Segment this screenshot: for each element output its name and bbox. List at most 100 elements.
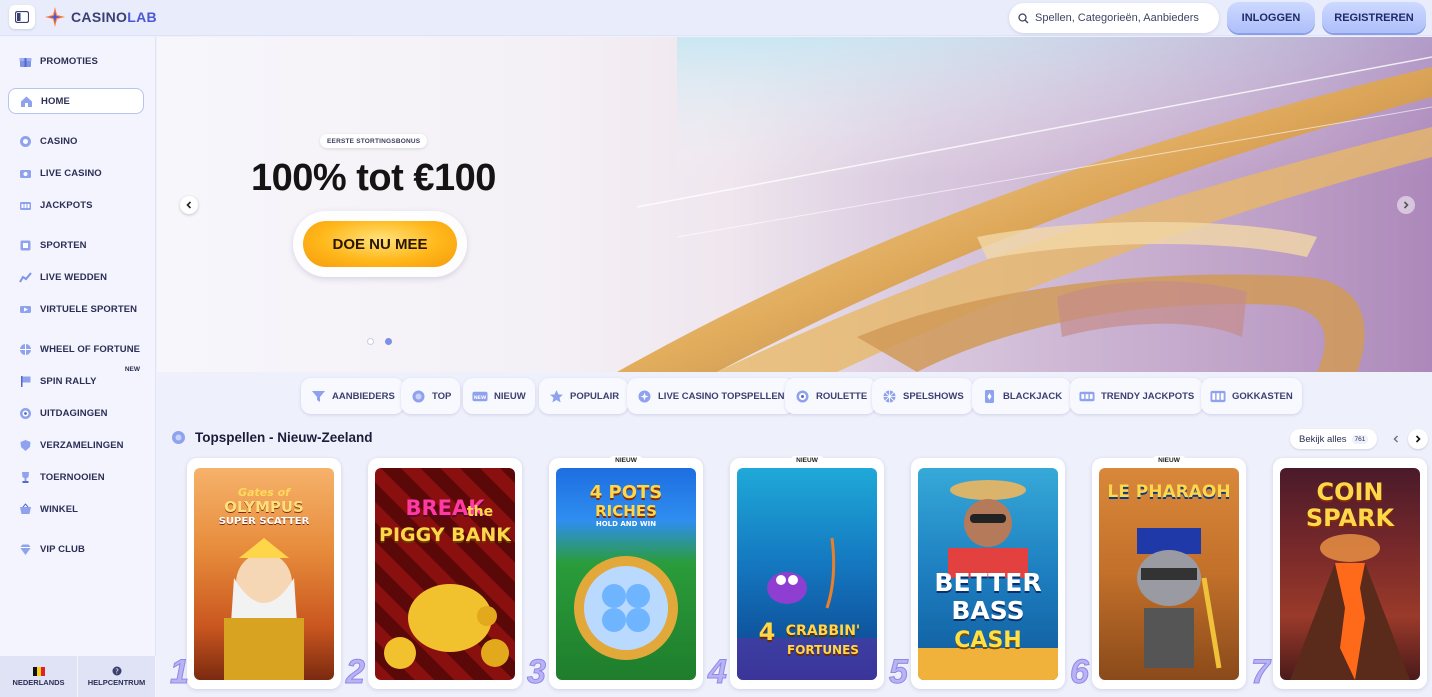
new-icon: NEW xyxy=(472,388,488,404)
register-button[interactable]: REGISTREREN xyxy=(1322,2,1426,33)
game-card-break-the-piggy-bank[interactable]: BREAK the PIGGY BANK xyxy=(368,458,522,689)
game-title-line: COIN xyxy=(1316,478,1384,506)
virtual-icon xyxy=(18,302,32,316)
category-spelshows[interactable]: SPELSHOWS xyxy=(872,378,973,414)
game-card-4-pots-riches[interactable]: NIEUW 4 POTS RICHES HOLD AND WIN xyxy=(549,456,703,689)
game-card-gates-of-olympus[interactable]: Gates of OLYMPUS SUPER SCATTER xyxy=(187,458,341,689)
login-button[interactable]: INLOGGEN xyxy=(1227,2,1315,33)
svg-text:NEW: NEW xyxy=(474,394,487,400)
hero-prev-arrow-icon[interactable] xyxy=(180,196,198,214)
games-next-arrow-icon[interactable] xyxy=(1408,429,1428,449)
join-now-button[interactable]: DOE NU MEE xyxy=(303,221,457,267)
section-title: Topspellen - Nieuw-Zeeland xyxy=(195,430,373,445)
game-thumbnail: 4 POTS RICHES HOLD AND WIN xyxy=(556,468,696,680)
game-title-line: HOLD AND WIN xyxy=(595,520,657,528)
top-icon xyxy=(410,388,426,404)
carousel-dot-1[interactable] xyxy=(367,338,374,345)
providers-icon xyxy=(310,388,326,404)
game-title-line: BETTER xyxy=(934,568,1042,597)
games-prev-arrow-icon[interactable] xyxy=(1386,429,1406,449)
category-populair[interactable]: POPULAIR xyxy=(539,378,629,414)
language-selector[interactable]: NEDERLANDS xyxy=(0,656,78,697)
live-casino-icon xyxy=(636,388,652,404)
category-label: TRENDY JACKPOTS xyxy=(1101,390,1195,402)
sidebar-item-label: PROMOTIES xyxy=(40,55,98,67)
sidebar-item-label: TOERNOOIEN xyxy=(40,471,105,483)
sidebar-item-jackpots[interactable]: JACKPOTS xyxy=(8,192,144,218)
carousel-dot-2[interactable] xyxy=(385,338,392,345)
game-title-line: CASH xyxy=(954,628,1022,653)
rank-number: 7 xyxy=(1251,653,1271,692)
game-thumbnail: BETTER BASS CASH xyxy=(918,468,1058,680)
category-trendy-jackpots[interactable]: TRENDY JACKPOTS xyxy=(1070,378,1204,414)
sidebar-item-casino[interactable]: CASINO xyxy=(8,128,144,154)
top-games-icon xyxy=(172,431,185,444)
sidebar-item-promoties[interactable]: PROMOTIES xyxy=(8,48,144,74)
sidebar-item-home[interactable]: HOME xyxy=(8,88,144,114)
game-title-line: SPARK xyxy=(1305,504,1395,532)
category-aanbieders[interactable]: AANBIEDERS xyxy=(301,378,404,414)
hero-next-arrow-icon[interactable] xyxy=(1397,196,1415,214)
game-title-line: 4 POTS xyxy=(589,482,663,503)
game-card-better-bass-cash[interactable]: BETTER BASS CASH xyxy=(911,458,1065,689)
sidebar-item-toernooien[interactable]: TOERNOOIEN xyxy=(8,464,144,490)
sidebar-item-label: VIP CLUB xyxy=(40,543,85,555)
sidebar-item-label: SPIN RALLY xyxy=(40,375,97,387)
sidebar-item-uitdagingen[interactable]: UITDAGINGEN xyxy=(8,400,144,426)
sidebar-item-vip-club[interactable]: VIP CLUB xyxy=(8,536,144,562)
category-label: AANBIEDERS xyxy=(332,390,395,402)
game-card-le-pharaoh[interactable]: NIEUW LE PHARAOH xyxy=(1092,456,1246,689)
sidebar-item-virtuele-sporten[interactable]: VIRTUELE SPORTEN xyxy=(8,296,144,322)
game-title-line: FORTUNES xyxy=(787,643,859,657)
category-nieuw[interactable]: NEW NIEUW xyxy=(463,378,535,414)
help-center-link[interactable]: ? HELPCENTRUM xyxy=(78,656,156,697)
sidebar: PROMOTIES HOME CASINO LIVE CASINO JACKPO… xyxy=(0,37,156,697)
game-thumbnail: LE PHARAOH xyxy=(1099,468,1239,680)
category-roulette[interactable]: ROULETTE xyxy=(785,378,877,414)
game-title-line: LE PHARAOH xyxy=(1107,482,1231,502)
game-title-line: RICHES xyxy=(595,502,657,520)
sidebar-item-live-casino[interactable]: LIVE CASINO xyxy=(8,160,144,186)
belgium-flag-icon xyxy=(32,666,45,676)
flag-icon xyxy=(18,374,32,388)
sidebar-item-sporten[interactable]: SPORTEN xyxy=(8,232,144,258)
rank-number: 4 xyxy=(708,653,728,692)
sidebar-item-winkel[interactable]: WINKEL xyxy=(8,496,144,522)
basket-icon xyxy=(18,502,32,516)
category-gokkasten[interactable]: GOKKASTEN xyxy=(1201,378,1302,414)
casino-lab-logo[interactable]: CASINOLAB xyxy=(44,5,157,29)
chip-icon xyxy=(18,134,32,148)
category-live-casino-topspellen[interactable]: LIVE CASINO TOPSPELLEN xyxy=(627,378,794,414)
game-card-coin-spark[interactable]: COIN SPARK xyxy=(1273,458,1427,689)
rank-number: 5 xyxy=(889,653,909,692)
sidebar-item-wheel-of-fortune[interactable]: WHEEL OF FORTUNE xyxy=(8,336,144,362)
sidebar-item-label: CASINO xyxy=(40,135,78,147)
category-blackjack[interactable]: BLACKJACK xyxy=(972,378,1072,414)
help-label: HELPCENTRUM xyxy=(87,678,146,687)
sidebar-item-label: JACKPOTS xyxy=(40,199,93,211)
search-box[interactable] xyxy=(1009,3,1219,33)
game-title-line: SUPER SCATTER xyxy=(218,516,310,527)
sidebar-item-label: LIVE CASINO xyxy=(40,167,102,179)
view-all-button[interactable]: Bekijk alles 761 xyxy=(1290,429,1378,449)
jackpot-icon xyxy=(18,198,32,212)
hero-tag: EERSTE STORTINGSBONUS xyxy=(320,134,428,148)
game-card-4-crabbin-fortunes[interactable]: NIEUW 4 CRABBIN' FORTUNES xyxy=(730,456,884,689)
game-thumbnail: COIN SPARK xyxy=(1280,468,1420,680)
sidebar-item-label: VIRTUELE SPORTEN xyxy=(40,303,138,315)
sidebar-item-label: WHEEL OF FORTUNE xyxy=(40,343,141,355)
new-badge: NEW xyxy=(124,366,140,373)
shield-icon xyxy=(18,438,32,452)
gameshow-icon xyxy=(881,388,897,404)
language-label: NEDERLANDS xyxy=(12,677,65,687)
sidebar-item-label: LIVE WEDDEN xyxy=(40,271,108,283)
game-thumbnail: BREAK the PIGGY BANK xyxy=(375,468,515,680)
category-top[interactable]: TOP xyxy=(401,378,461,414)
sidebar-toggle-icon[interactable] xyxy=(9,5,35,29)
hero-background-art xyxy=(617,37,1432,372)
search-input[interactable] xyxy=(1035,12,1215,24)
sidebar-item-spin-rally[interactable]: SPIN RALLY NEW xyxy=(8,366,144,394)
search-icon xyxy=(1018,12,1029,23)
sidebar-item-live-wedden[interactable]: LIVE WEDDEN xyxy=(8,264,144,290)
sidebar-item-verzamelingen[interactable]: VERZAMELINGEN xyxy=(8,432,144,458)
